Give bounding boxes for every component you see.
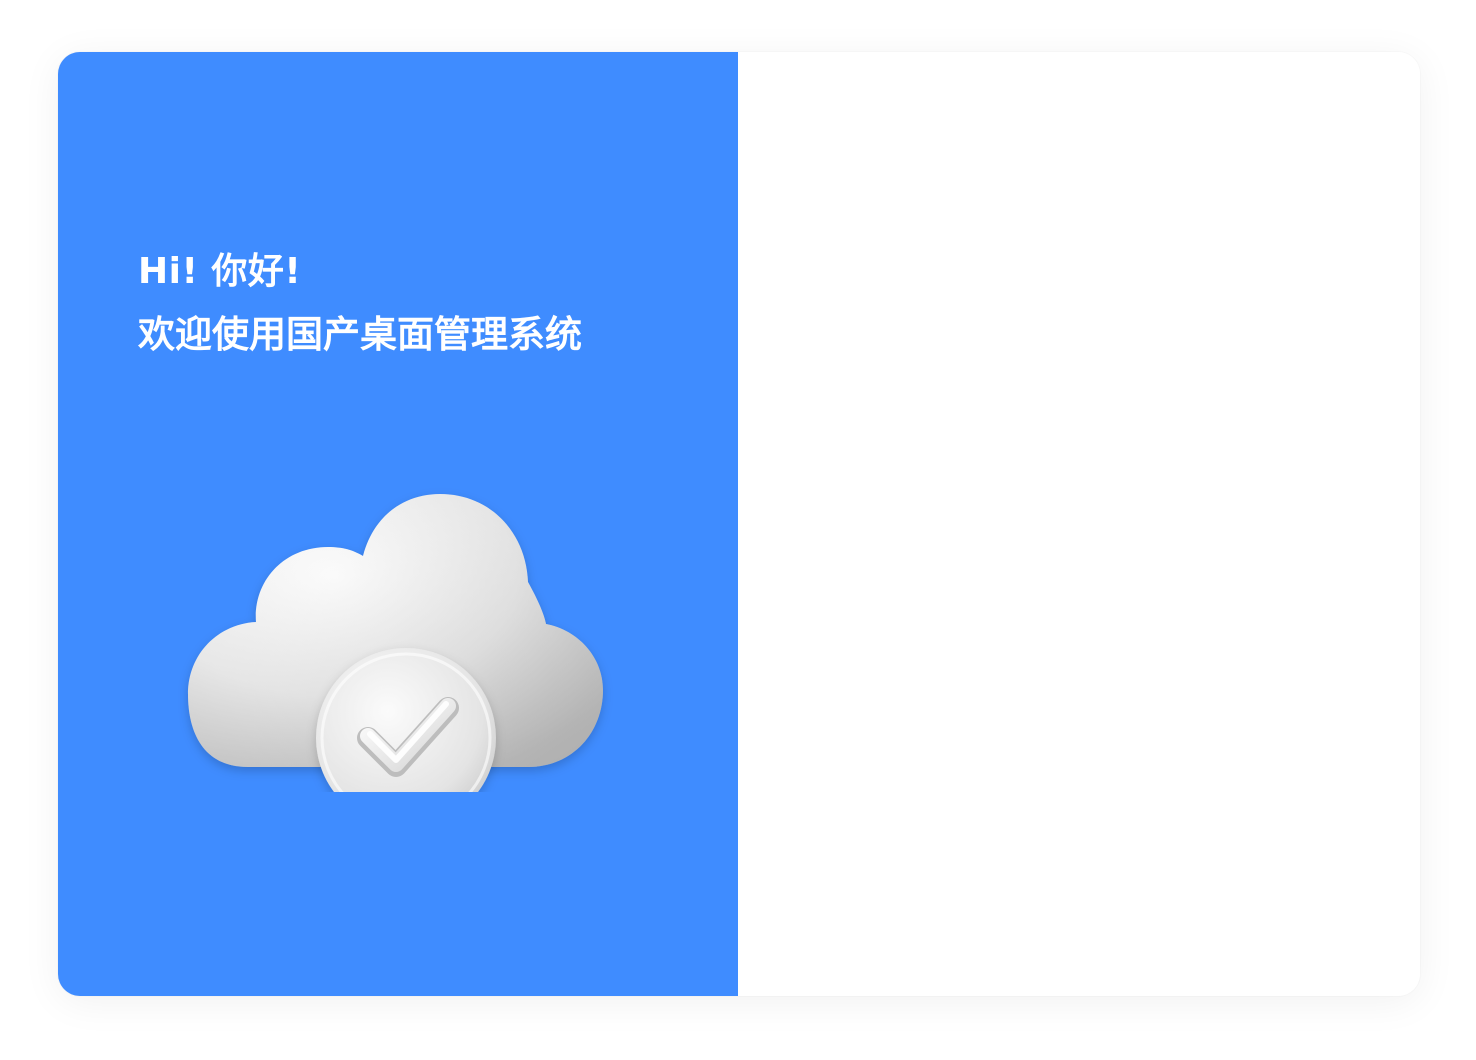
welcome-panel: Hi! 你好! 欢迎使用国产桌面管理系统 — [58, 52, 738, 996]
login-page: Hi! 你好! 欢迎使用国产桌面管理系统 — [0, 0, 1476, 1060]
login-form-panel — [738, 52, 1420, 996]
greeting-text: Hi! 你好! — [138, 251, 302, 292]
welcome-title: 欢迎使用国产桌面管理系统 — [138, 313, 582, 356]
login-card: Hi! 你好! 欢迎使用国产桌面管理系统 — [58, 52, 1420, 996]
cloud-check-icon — [178, 432, 618, 792]
